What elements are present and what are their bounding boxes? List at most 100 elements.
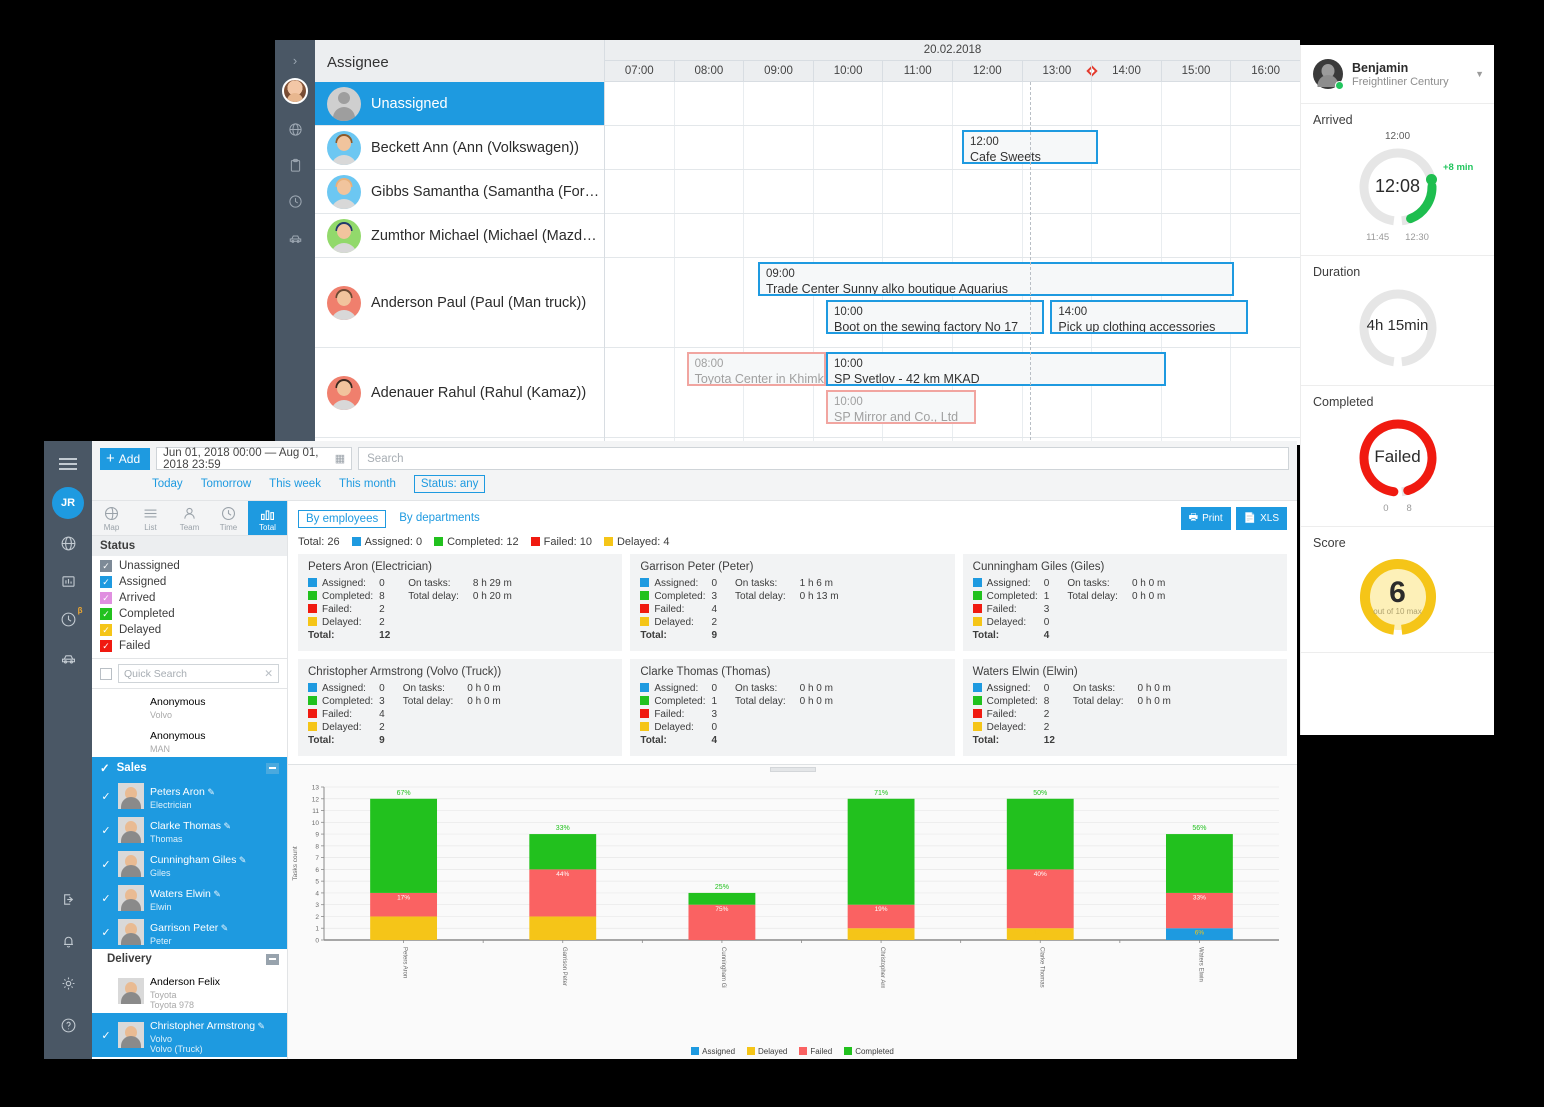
reports-icon[interactable] — [60, 573, 77, 595]
gear-icon[interactable] — [60, 975, 77, 997]
clock-icon[interactable]: β — [60, 606, 83, 633]
segment-by-employees[interactable]: By employees — [298, 509, 387, 528]
employee-group-header[interactable]: ✓ Sales — [92, 757, 287, 779]
clear-icon[interactable]: ✕ — [264, 668, 273, 680]
checkbox[interactable]: ✓ — [100, 640, 112, 652]
edit-icon[interactable]: ✎ — [255, 1021, 266, 1031]
edit-icon[interactable]: ✎ — [221, 821, 232, 831]
chart-bar-segment[interactable] — [847, 798, 915, 905]
employee-list-item[interactable]: Higgins LeslieFordFord — [92, 1057, 287, 1059]
edit-icon[interactable]: ✎ — [218, 923, 229, 933]
edit-icon[interactable]: ✎ — [211, 889, 221, 899]
user-badge-icon[interactable]: JR — [52, 487, 84, 519]
collapse-icon[interactable] — [266, 953, 279, 965]
list-item[interactable]: Anonymous MAN — [92, 723, 287, 757]
employee-list-item[interactable]: Anderson Felix Toyota Toyota 978 — [92, 969, 287, 1013]
quick-range-today[interactable]: Today — [152, 478, 183, 490]
chart-legend-item[interactable]: Failed — [799, 1047, 832, 1056]
checkbox[interactable]: ✓ — [100, 624, 112, 636]
checkbox[interactable]: ✓ — [100, 892, 112, 905]
current-user-avatar[interactable] — [282, 78, 308, 104]
globe-icon[interactable] — [60, 535, 77, 557]
employee-list-item[interactable]: ✓ Waters Elwin ✎ Elwin — [92, 881, 287, 915]
timeline-row[interactable] — [605, 170, 1300, 214]
detail-panel-header[interactable]: Benjamin Freightliner Century ▼ — [1301, 45, 1494, 104]
assignee-row[interactable]: Gibbs Samantha (Samantha (Ford Fo... — [315, 170, 604, 214]
status-filter-item[interactable]: ✓ Assigned — [100, 574, 279, 590]
assignee-row[interactable]: Beckett Ann (Ann (Volkswagen)) — [315, 126, 604, 170]
clock-icon[interactable] — [284, 190, 306, 212]
timeline-task[interactable]: 10:00 SP Svetlov - 42 km MKAD — [826, 352, 1166, 386]
timeline-row[interactable] — [605, 82, 1300, 126]
view-tab-list[interactable]: List — [131, 501, 170, 535]
list-item[interactable]: Anonymous Volvo — [92, 689, 287, 723]
quick-range-tomorrow[interactable]: Tomorrow — [201, 478, 251, 490]
assignee-row[interactable]: Adenauer Rahul (Rahul (Kamaz)) — [315, 348, 604, 438]
logout-icon[interactable] — [60, 891, 77, 913]
xls-button[interactable]: 📄 XLS — [1235, 507, 1287, 530]
calendar-icon[interactable]: ▦ — [335, 452, 345, 465]
assignee-row[interactable]: Unassigned — [315, 82, 604, 126]
employee-list-item[interactable]: ✓ Clarke Thomas ✎ Thomas — [92, 813, 287, 847]
timeline-task[interactable]: 10:00 SP Mirror and Co., Ltd — [826, 390, 976, 424]
chart-bar-segment[interactable] — [688, 892, 756, 905]
add-button[interactable]: + Add — [100, 447, 151, 470]
status-filter-item[interactable]: ✓ Unassigned — [100, 558, 279, 574]
timeline-row[interactable] — [605, 214, 1300, 258]
chart-resize-handle[interactable] — [769, 767, 816, 772]
assignee-row[interactable]: Zumthor Michael (Michael (Mazda 6)) — [315, 214, 604, 258]
quick-range-this-month[interactable]: This month — [339, 478, 396, 490]
bell-icon[interactable] — [60, 933, 77, 955]
checkbox[interactable]: ✓ — [100, 1029, 112, 1042]
employee-list-item[interactable]: ✓ Peters Aron ✎ Electrician — [92, 779, 287, 813]
employee-list-item[interactable]: ✓ Cunningham Giles ✎ Giles — [92, 847, 287, 881]
search-input[interactable]: Search — [358, 447, 1289, 470]
car-icon[interactable] — [60, 649, 77, 671]
status-filter-item[interactable]: ✓ Arrived — [100, 590, 279, 606]
employee-list-item[interactable]: ✓ Garrison Peter ✎ Peter — [92, 915, 287, 949]
menu-icon[interactable] — [59, 455, 77, 473]
checkbox[interactable]: ✓ — [100, 926, 112, 939]
chart-bar-segment[interactable] — [370, 798, 438, 893]
collapse-icon[interactable] — [266, 762, 279, 774]
chart-legend-item[interactable]: Completed — [844, 1047, 894, 1056]
quick-range-this-week[interactable]: This week — [269, 478, 321, 490]
car-icon[interactable] — [284, 226, 306, 248]
print-button[interactable]: 🖶 Print — [1180, 507, 1231, 530]
employee-group-header[interactable]: Delivery — [92, 949, 287, 969]
checkbox[interactable]: ✓ — [100, 592, 112, 604]
checkbox[interactable]: ✓ — [100, 858, 112, 871]
timeline-task[interactable]: 14:00 Pick up clothing accessories — [1050, 300, 1248, 334]
view-tab-total[interactable]: Total — [248, 501, 287, 535]
timeline-task[interactable]: 09:00 Trade Center Sunny alko boutique Aq… — [758, 262, 1234, 296]
checkbox[interactable]: ✓ — [100, 761, 110, 775]
status-filter-button[interactable]: Status: any — [413, 475, 486, 493]
checkbox[interactable]: ✓ — [100, 790, 112, 803]
status-filter-item[interactable]: ✓ Failed — [100, 638, 279, 654]
view-tab-map[interactable]: Map — [92, 501, 131, 535]
chart-bar-segment[interactable] — [1165, 834, 1233, 893]
chart-bar-segment[interactable] — [1006, 798, 1074, 870]
chart-bar-segment[interactable] — [529, 834, 597, 870]
edit-icon[interactable]: ✎ — [205, 787, 215, 797]
chevron-down-icon[interactable]: ▼ — [1475, 69, 1484, 79]
assignee-row[interactable]: Anderson Paul (Paul (Man truck)) — [315, 258, 604, 348]
timeline-task[interactable]: 08:00 Toyota Center in Khimk — [686, 352, 826, 386]
checkbox[interactable]: ✓ — [100, 576, 112, 588]
checkbox[interactable]: ✓ — [100, 824, 112, 837]
checkbox[interactable]: ✓ — [100, 608, 112, 620]
clipboard-icon[interactable] — [284, 154, 306, 176]
timeline-task[interactable]: 10:00 Boot on the sewing factory No 17 — [826, 300, 1044, 334]
chart-legend-item[interactable]: Assigned — [691, 1047, 735, 1056]
select-all-checkbox[interactable] — [100, 667, 112, 680]
segment-by-departments[interactable]: By departments — [392, 510, 487, 528]
view-tab-time[interactable]: Time — [209, 501, 248, 535]
date-range-input[interactable]: Jun 01, 2018 00:00 — Aug 01, 2018 23:59 … — [156, 447, 353, 471]
chart-legend-item[interactable]: Delayed — [747, 1047, 787, 1056]
help-icon[interactable] — [60, 1017, 77, 1039]
employee-list-item[interactable]: ✓ Christopher Armstrong ✎ Volvo Volvo (Truc… — [92, 1013, 287, 1057]
chart-bar-segment[interactable] — [1006, 869, 1074, 929]
expand-rail-icon[interactable]: › — [293, 50, 297, 72]
globe-icon[interactable] — [284, 118, 306, 140]
status-filter-item[interactable]: ✓ Completed — [100, 606, 279, 622]
